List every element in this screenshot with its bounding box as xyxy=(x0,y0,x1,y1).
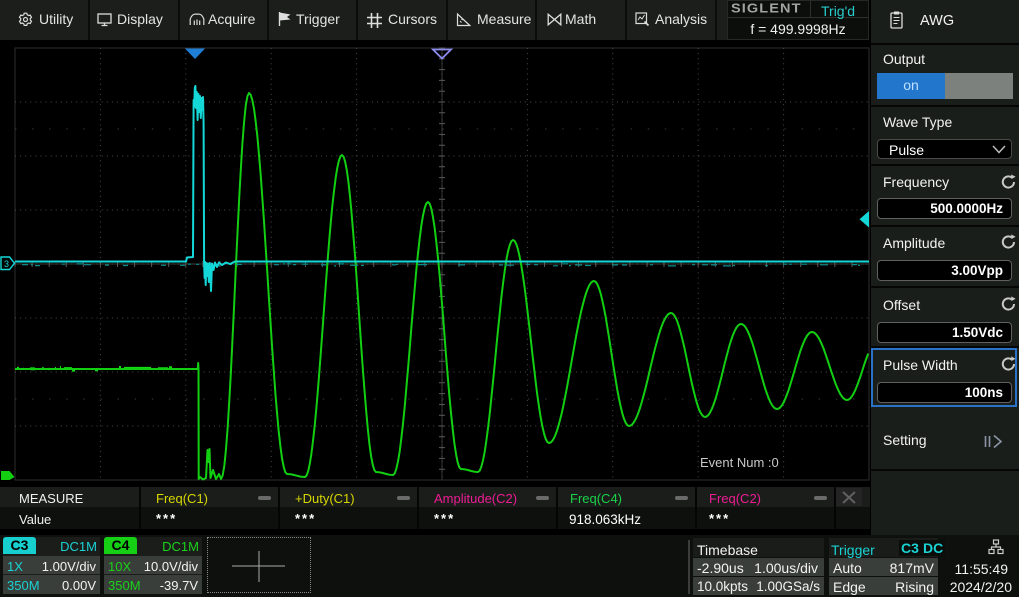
svg-text:3: 3 xyxy=(4,259,9,269)
